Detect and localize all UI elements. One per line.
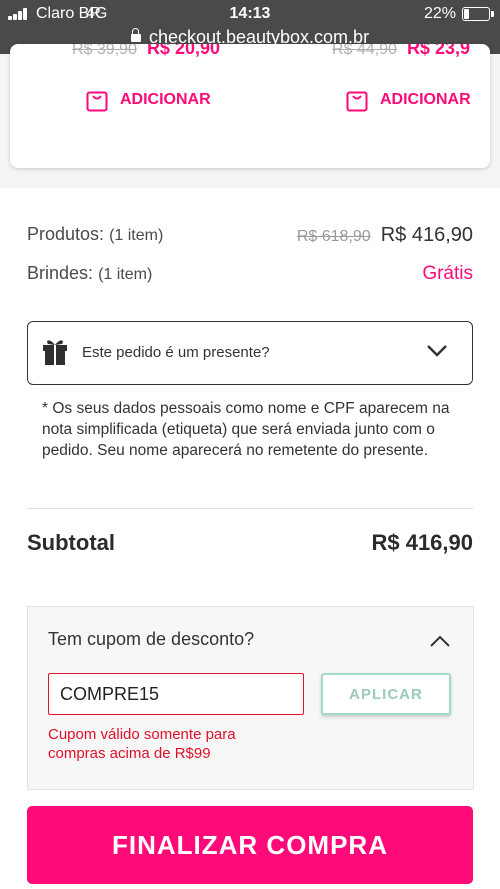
gifts-summary-row: Brindes: (1 item) Grátis <box>27 263 473 289</box>
add-label: ADICIONAR <box>120 91 211 108</box>
subtotal-value: R$ 416,90 <box>371 530 473 555</box>
lock-icon <box>130 28 141 42</box>
battery-icon <box>462 7 494 21</box>
products-price: R$ 416,90 <box>380 224 473 246</box>
suggestions-area: R$ 39,90 R$ 20,90 R$ 44,90 R$ 23,9 ADICION… <box>0 44 500 188</box>
product-price-1: R$ 39,90 R$ 20,90 <box>72 44 220 58</box>
subtotal-row: Subtotal R$ 416,90 <box>27 530 473 556</box>
product-price-2: R$ 44,90 R$ 23,9 <box>332 44 470 58</box>
add-label: ADICIONAR <box>380 91 471 108</box>
shopping-bag-icon <box>346 91 368 112</box>
chevron-down-icon <box>427 345 447 357</box>
add-product-button-1[interactable]: ADICIONAR <box>86 88 211 112</box>
battery-percent: 22% <box>423 5 456 22</box>
add-product-button-2[interactable]: ADICIONAR <box>346 88 471 112</box>
coupon-error-message: Cupom válido somente para compras acima … <box>48 726 236 762</box>
gifts-price: Grátis <box>422 263 473 284</box>
gift-option-label: Este pedido é um presente? <box>82 344 270 361</box>
divider <box>27 508 473 509</box>
shopping-bag-icon <box>86 91 108 112</box>
finalize-purchase-button[interactable]: FINALIZAR COMPRA <box>27 806 473 884</box>
coupon-input[interactable] <box>48 673 304 715</box>
gifts-label: Brindes: <box>27 263 94 283</box>
gifts-count: (1 item) <box>98 266 153 283</box>
products-old-price: R$ 618,90 <box>296 228 371 245</box>
coupon-title[interactable]: Tem cupom de desconto? <box>48 629 254 650</box>
gift-option-dropdown[interactable]: Este pedido é um presente? <box>27 321 473 385</box>
gift-icon <box>43 340 67 365</box>
chevron-up-icon[interactable] <box>429 634 451 648</box>
coupon-section: Tem cupom de desconto? APLICAR Cupom vál… <box>27 606 474 790</box>
gift-privacy-note: * Os seus dados pessoais como nome e CPF… <box>42 400 450 459</box>
apply-coupon-button[interactable]: APLICAR <box>321 673 451 715</box>
products-count: (1 item) <box>109 227 164 244</box>
products-label: Produtos: <box>27 224 105 244</box>
product-suggestions-card: R$ 39,90 R$ 20,90 R$ 44,90 R$ 23,9 ADICION… <box>10 44 490 168</box>
products-summary-row: Produtos: (1 item) R$ 618,90 R$ 416,90 <box>27 224 473 250</box>
subtotal-label: Subtotal <box>27 530 115 555</box>
